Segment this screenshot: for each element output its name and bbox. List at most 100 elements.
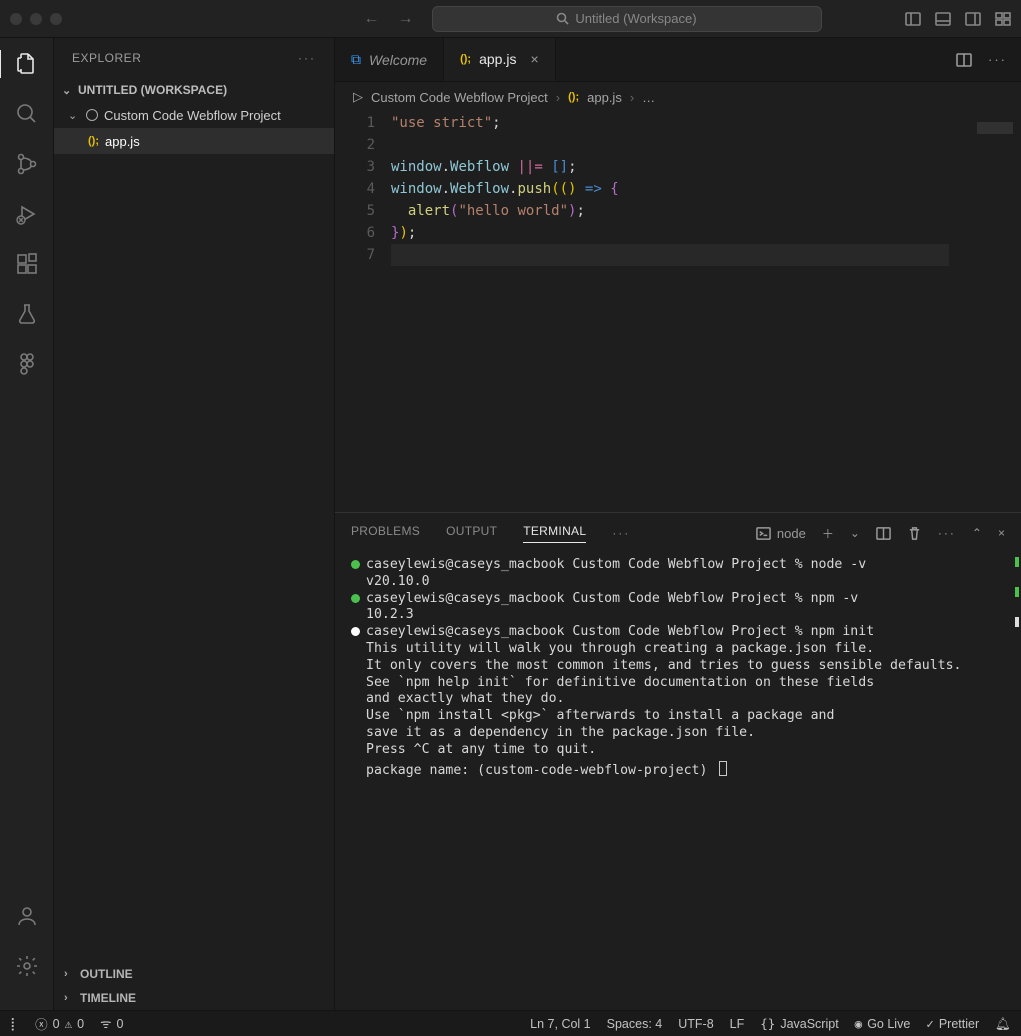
toggle-panel-icon[interactable] (935, 11, 951, 27)
prompt-running-icon (351, 627, 360, 636)
problems-status[interactable]: ⓧ0 ⚠0 (35, 1014, 84, 1033)
close-dot[interactable] (10, 13, 22, 25)
breadcrumb[interactable]: ▷ Custom Code Webflow Project › (); app.… (335, 82, 1021, 112)
js-file-icon: (); (88, 135, 99, 147)
file-name: app.js (105, 134, 140, 149)
indentation-status[interactable]: Spaces: 4 (607, 1017, 663, 1031)
terminal-view[interactable]: caseylewis@caseys_macbook Custom Code We… (335, 553, 1021, 1010)
js-file-icon: (); (460, 53, 471, 65)
figma-icon[interactable] (13, 350, 41, 378)
search-activity-icon[interactable] (13, 100, 41, 128)
prompt-success-icon (351, 594, 360, 603)
explorer-title: EXPLORER (72, 51, 141, 65)
project-name: Custom Code Webflow Project (104, 108, 281, 123)
layout-controls (905, 11, 1011, 27)
warning-icon: ⚠ (65, 1016, 73, 1031)
remote-indicator[interactable]: ⡇ (10, 1016, 19, 1031)
chevron-right-icon: › (64, 968, 76, 980)
panel-more-icon-2[interactable]: ··· (938, 526, 956, 540)
play-icon[interactable]: ▷ (353, 89, 363, 105)
nav-forward-icon[interactable]: → (398, 10, 414, 28)
notifications-icon[interactable]: 🔔︎ (995, 1016, 1011, 1032)
workspace-row[interactable]: ⌄ UNTITLED (WORKSPACE) (54, 78, 334, 102)
language-mode[interactable]: {}JavaScript (760, 1016, 838, 1031)
radio-tower-icon: ᯤ (100, 1015, 111, 1032)
bottom-panel: PROBLEMS OUTPUT TERMINAL ··· node ＋ ⌄ ··… (335, 512, 1021, 1010)
breadcrumb-sep-icon: › (556, 90, 560, 105)
terminal-name-selector[interactable]: node (756, 526, 806, 541)
tab-app-js-label: app.js (479, 51, 516, 67)
nav-back-icon[interactable]: ← (364, 10, 380, 28)
toggle-sidebar-right-icon[interactable] (965, 11, 981, 27)
account-icon[interactable] (13, 902, 41, 930)
project-folder[interactable]: ⌄ Custom Code Webflow Project (54, 102, 334, 128)
command-center[interactable]: Untitled (Workspace) (432, 6, 822, 32)
breadcrumb-file[interactable]: app.js (587, 90, 622, 105)
chevron-right-icon: › (64, 992, 76, 1004)
panel-maximize-icon[interactable]: ⌃ (972, 526, 982, 540)
workspace-name: UNTITLED (WORKSPACE) (78, 83, 227, 97)
minimize-dot[interactable] (30, 13, 42, 25)
outline-section[interactable]: › OUTLINE (54, 962, 334, 986)
panel-tab-problems[interactable]: PROBLEMS (351, 524, 420, 542)
terminal-scroll-marks (1015, 557, 1019, 627)
eol-status[interactable]: LF (730, 1017, 745, 1031)
breadcrumb-sep-icon: › (630, 90, 634, 105)
go-live-button[interactable]: ◉Go Live (855, 1016, 911, 1031)
explorer-icon[interactable] (0, 50, 53, 78)
prompt-success-icon (351, 560, 360, 569)
terminal-dropdown-icon[interactable]: ⌄ (850, 526, 860, 540)
explorer-more-icon[interactable]: ··· (298, 51, 316, 65)
tab-bar: ⧉ Welcome (); app.js × ··· (335, 38, 1021, 82)
cursor-position[interactable]: Ln 7, Col 1 (530, 1017, 590, 1031)
traffic-lights (10, 13, 62, 25)
breadcrumb-folder[interactable]: Custom Code Webflow Project (371, 90, 548, 105)
js-file-icon: (); (568, 91, 579, 103)
panel-tab-terminal[interactable]: TERMINAL (523, 524, 586, 543)
gutter: 123 456 7 (335, 112, 391, 512)
toggle-sidebar-left-icon[interactable] (905, 11, 921, 27)
encoding-status[interactable]: UTF-8 (678, 1017, 713, 1031)
new-terminal-icon[interactable]: ＋ (822, 525, 834, 542)
panel-more-icon[interactable]: ··· (612, 526, 630, 540)
extensions-icon[interactable] (13, 250, 41, 278)
code-editor[interactable]: 123 456 7 "use strict"; window.Webflow |… (335, 112, 1021, 512)
explorer-header: EXPLORER ··· (54, 38, 334, 78)
timeline-section[interactable]: › TIMELINE (54, 986, 334, 1010)
scm-icon[interactable] (13, 150, 41, 178)
tab-welcome-label: Welcome (369, 52, 427, 68)
title-bar: ← → Untitled (Workspace) (0, 0, 1021, 38)
split-editor-icon[interactable] (956, 52, 972, 68)
split-terminal-icon[interactable] (876, 526, 891, 541)
tab-welcome[interactable]: ⧉ Welcome (335, 38, 444, 81)
code-lines[interactable]: "use strict"; window.Webflow ||= []; win… (391, 112, 959, 512)
error-icon: ⓧ (35, 1014, 48, 1033)
panel-tabs: PROBLEMS OUTPUT TERMINAL ··· node ＋ ⌄ ··… (335, 513, 1021, 553)
close-tab-icon[interactable]: × (530, 51, 538, 67)
explorer-sidebar: EXPLORER ··· ⌄ UNTITLED (WORKSPACE) ⌄ Cu… (54, 38, 335, 1010)
nav-arrows: ← → (364, 10, 414, 28)
tab-app-js[interactable]: (); app.js × (444, 38, 556, 81)
panel-close-icon[interactable]: × (998, 526, 1005, 540)
minimap[interactable] (959, 112, 1021, 512)
settings-gear-icon[interactable] (13, 952, 41, 980)
trash-icon[interactable] (907, 526, 922, 541)
ports-status[interactable]: ᯤ0 (100, 1015, 123, 1032)
testing-icon[interactable] (13, 300, 41, 328)
timeline-label: TIMELINE (80, 991, 136, 1005)
prettier-status[interactable]: ✓Prettier (926, 1016, 979, 1031)
status-bar: ⡇ ⓧ0 ⚠0 ᯤ0 Ln 7, Col 1 Spaces: 4 UTF-8 L… (0, 1010, 1021, 1036)
broadcast-icon: ◉ (855, 1016, 863, 1031)
vscode-logo-icon: ⧉ (351, 51, 361, 68)
layout-customize-icon[interactable] (995, 11, 1011, 27)
zoom-dot[interactable] (50, 13, 62, 25)
file-app-js[interactable]: (); app.js (54, 128, 334, 154)
editor-more-icon[interactable]: ··· (988, 52, 1007, 67)
terminal-cursor (719, 761, 727, 776)
braces-icon: {} (760, 1016, 775, 1031)
terminal-icon (756, 526, 771, 541)
activity-bar (0, 38, 54, 1010)
panel-tab-output[interactable]: OUTPUT (446, 524, 497, 542)
debug-icon[interactable] (13, 200, 41, 228)
breadcrumb-more[interactable]: … (642, 90, 655, 105)
